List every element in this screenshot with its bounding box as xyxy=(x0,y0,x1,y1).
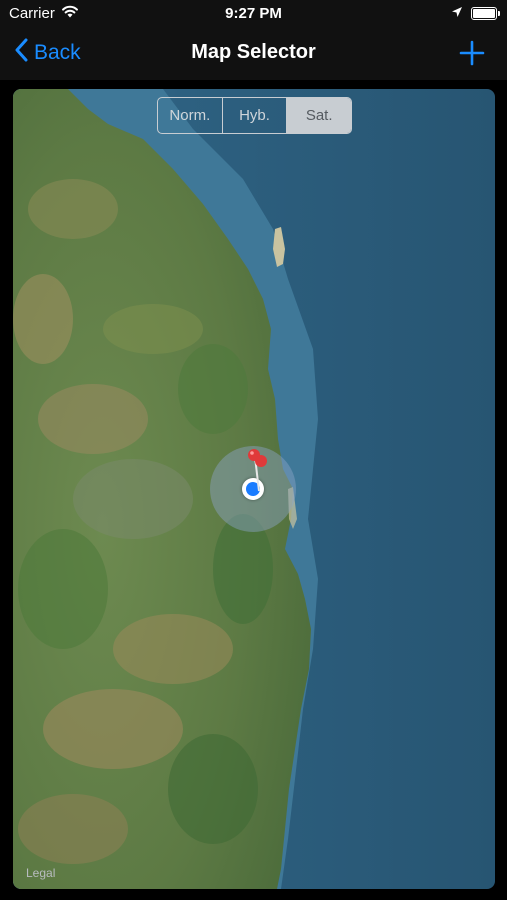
map-pin-icon[interactable] xyxy=(247,447,269,492)
plus-icon xyxy=(459,40,485,66)
segment-hybrid[interactable]: Hyb. xyxy=(223,98,288,133)
status-time: 9:27 PM xyxy=(225,5,282,22)
satellite-map[interactable] xyxy=(13,89,495,889)
status-bar: Carrier 9:27 PM xyxy=(0,0,507,28)
battery-icon xyxy=(471,7,500,20)
segment-satellite[interactable]: Sat. xyxy=(287,98,351,133)
page-title: Map Selector xyxy=(191,41,316,63)
map-type-segmented-control: Norm. Hyb. Sat. xyxy=(157,97,352,134)
status-right xyxy=(451,5,500,22)
legal-link[interactable]: Legal xyxy=(26,866,55,880)
navigation-bar: Back Map Selector xyxy=(0,28,507,80)
add-button[interactable] xyxy=(457,38,487,68)
location-arrow-icon xyxy=(451,5,463,22)
segment-normal[interactable]: Norm. xyxy=(158,98,223,133)
